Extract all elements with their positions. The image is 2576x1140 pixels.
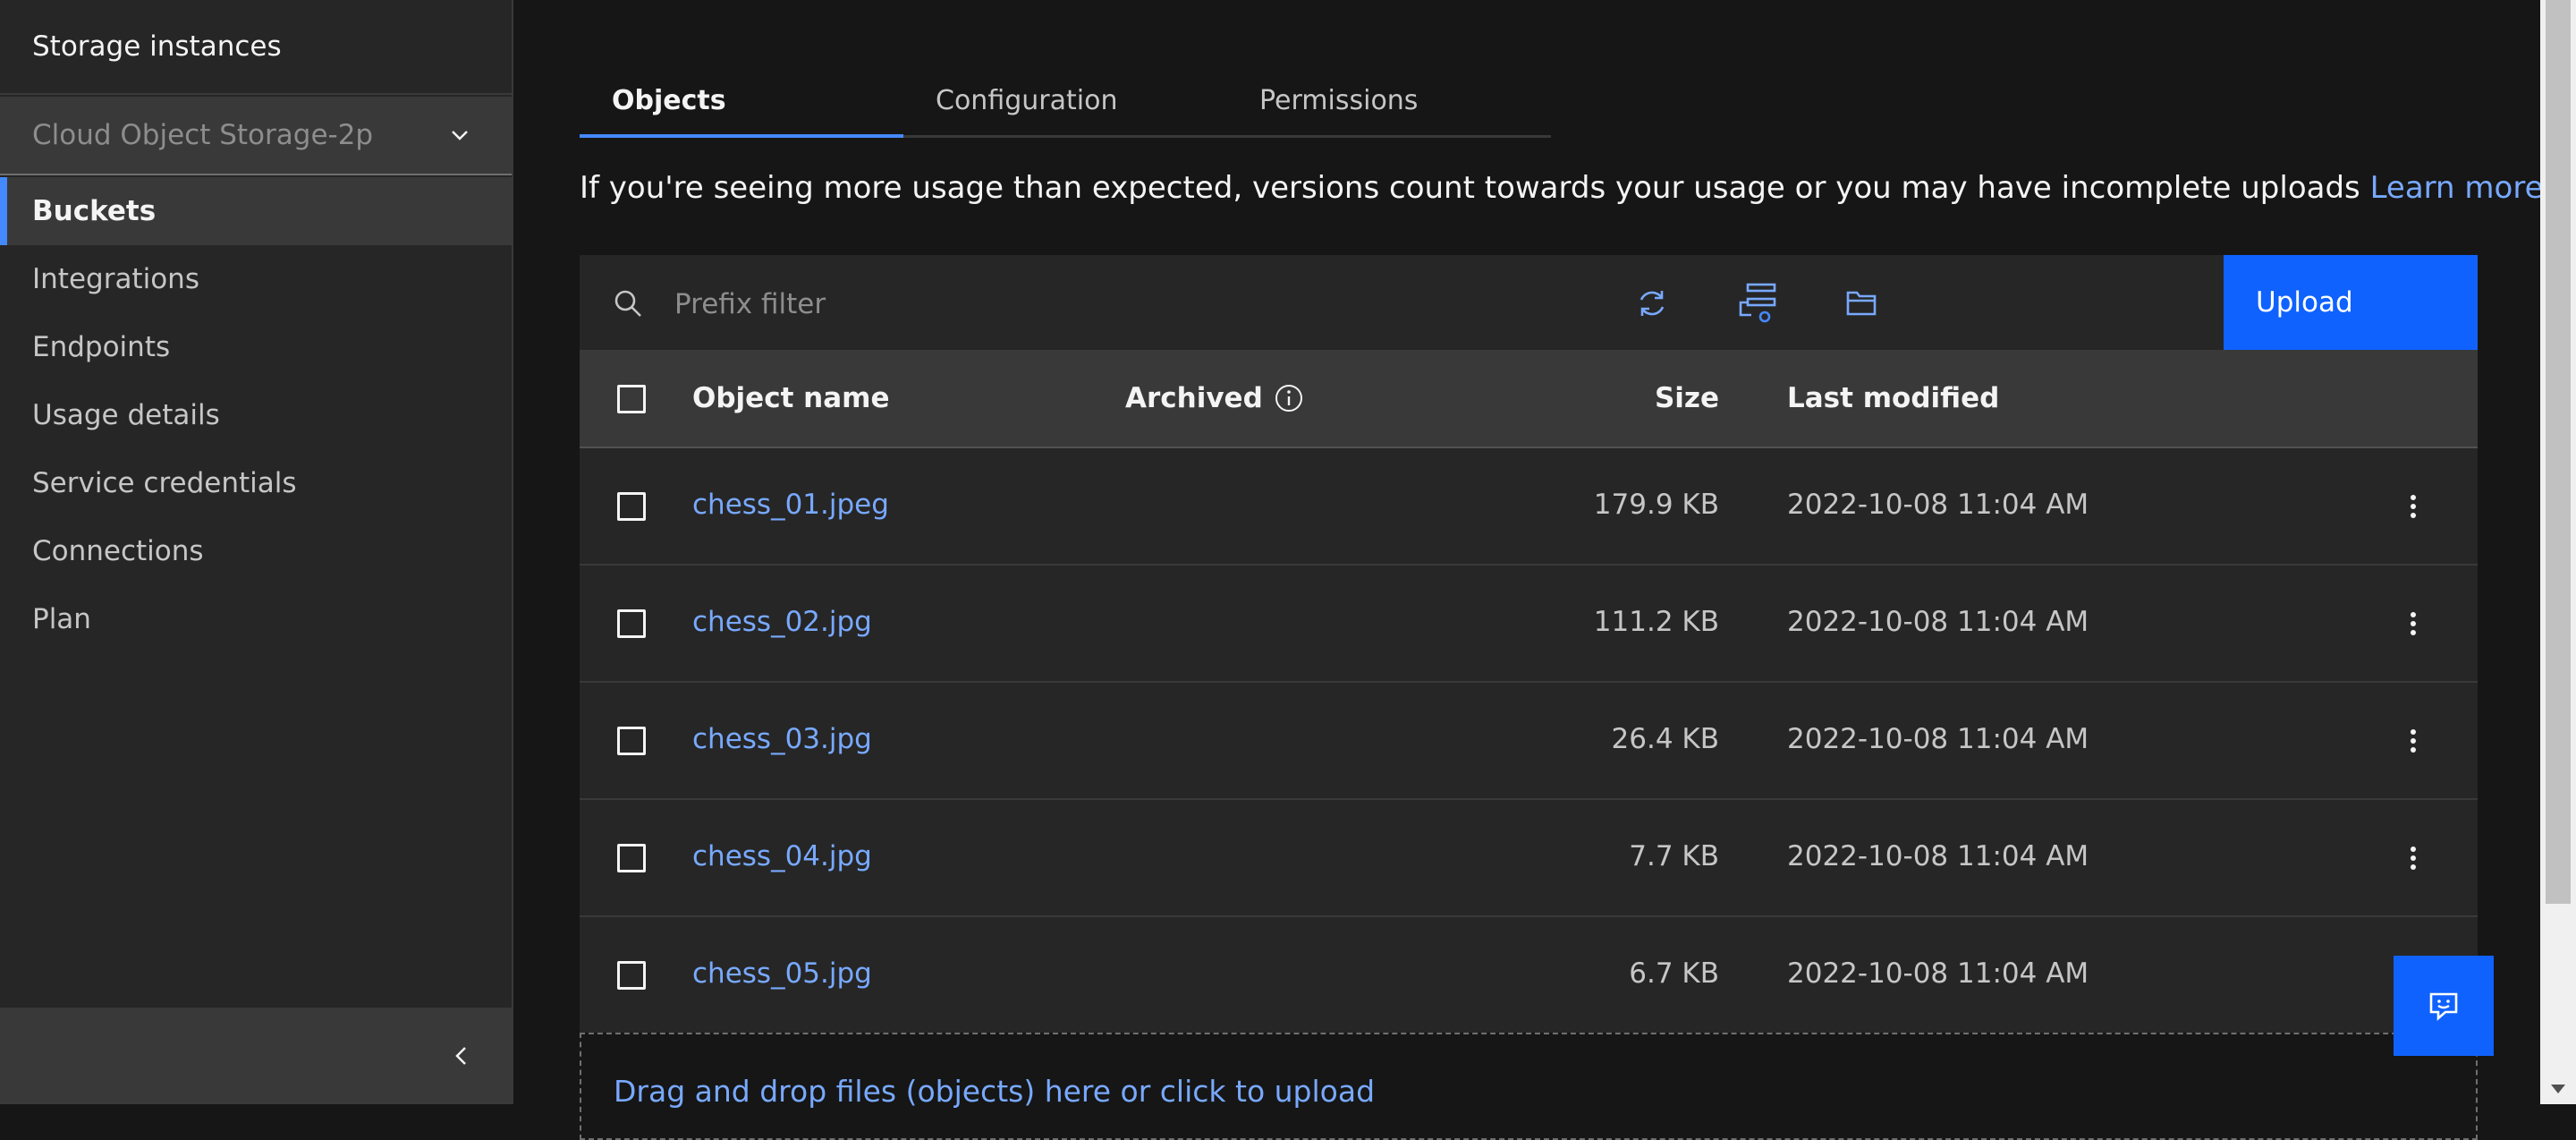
tab-bar: Objects Configuration Permissions [580, 66, 1551, 138]
view-versions-icon [1739, 283, 1776, 323]
overflow-menu-icon [2411, 495, 2416, 518]
storage-instances-link[interactable]: Storage instances [0, 0, 512, 95]
object-modified: 2022-10-08 11:04 AM [1787, 840, 2089, 872]
sidebar-item-buckets[interactable]: Buckets [0, 177, 512, 245]
sidebar-item-connections[interactable]: Connections [0, 517, 512, 585]
object-name-link[interactable]: chess_03.jpg [692, 723, 872, 755]
refresh-button[interactable] [1628, 279, 1676, 328]
tab-objects[interactable]: Objects [580, 66, 903, 138]
table-row: chess_03.jpg 26.4 KB 2022-10-08 11:04 AM [580, 683, 2478, 800]
row-checkbox[interactable] [617, 492, 646, 521]
table-row: chess_04.jpg 7.7 KB 2022-10-08 11:04 AM [580, 800, 2478, 917]
scroll-down-arrow-icon[interactable] [2547, 1078, 2569, 1100]
object-size: 6.7 KB [1629, 957, 1719, 990]
new-folder-icon [1846, 291, 1877, 316]
info-icon[interactable] [1274, 383, 1304, 413]
usage-notice: If you're seeing more usage than expecte… [580, 170, 2543, 206]
tab-permissions[interactable]: Permissions [1227, 66, 1551, 138]
object-modified: 2022-10-08 11:04 AM [1787, 606, 2089, 638]
object-size: 26.4 KB [1611, 723, 1719, 755]
tab-configuration[interactable]: Configuration [903, 66, 1227, 138]
overflow-menu-button[interactable] [2395, 606, 2431, 642]
sidebar: Storage instances Cloud Object Storage-2… [0, 0, 513, 1104]
feedback-button[interactable] [2394, 956, 2494, 1056]
learn-more-link[interactable]: Learn more [2370, 170, 2544, 206]
sidebar-item-service-credentials[interactable]: Service credentials [0, 449, 512, 517]
object-name-link[interactable]: chess_04.jpg [692, 840, 872, 872]
header-archived: Archived [1125, 382, 1304, 414]
refresh-icon [1640, 291, 1665, 316]
new-folder-button[interactable] [1837, 279, 1885, 328]
object-size: 7.7 KB [1629, 840, 1719, 872]
sidebar-item-usage-details[interactable]: Usage details [0, 381, 512, 449]
object-name-link[interactable]: chess_02.jpg [692, 606, 872, 638]
upload-dropzone[interactable]: Drag and drop files (objects) here or cl… [580, 1033, 2478, 1140]
table-header: Object name Archived Size Last modified [580, 352, 2478, 448]
table-row: chess_02.jpg 111.2 KB 2022-10-08 11:04 A… [580, 566, 2478, 683]
feedback-icon [2429, 992, 2458, 1021]
overflow-menu-button[interactable] [2395, 840, 2431, 876]
usage-notice-text: If you're seeing more usage than expecte… [580, 170, 2360, 206]
object-name-link[interactable]: chess_01.jpeg [692, 489, 889, 521]
chevron-left-icon [455, 1047, 466, 1065]
table-toolbar: Upload [580, 255, 2478, 352]
header-last-modified[interactable]: Last modified [1787, 382, 1999, 414]
prefix-filter-input[interactable] [673, 276, 1481, 332]
object-size: 111.2 KB [1593, 606, 1719, 638]
row-checkbox[interactable] [617, 609, 646, 638]
header-object-name[interactable]: Object name [692, 382, 890, 414]
table-row: chess_05.jpg 6.7 KB 2022-10-08 11:04 AM [580, 917, 2478, 1034]
objects-table: Object name Archived Size Last modified … [580, 352, 2478, 1034]
overflow-menu-icon [2411, 846, 2416, 870]
chevron-down-icon [452, 131, 468, 140]
view-versions-button[interactable] [1733, 279, 1782, 328]
sidebar-nav: Buckets Integrations Endpoints Usage det… [0, 177, 512, 653]
select-all-checkbox[interactable] [617, 385, 646, 413]
overflow-menu-button[interactable] [2395, 489, 2431, 524]
instance-selector[interactable]: Cloud Object Storage-2p [0, 97, 512, 175]
overflow-menu-icon [2411, 729, 2416, 753]
search-icon [614, 290, 641, 317]
object-modified: 2022-10-08 11:04 AM [1787, 957, 2089, 990]
upload-button[interactable]: Upload [2224, 255, 2478, 350]
object-size: 179.9 KB [1593, 489, 1719, 521]
overflow-menu-button[interactable] [2395, 723, 2431, 759]
object-modified: 2022-10-08 11:04 AM [1787, 489, 2089, 521]
table-row: chess_01.jpeg 179.9 KB 2022-10-08 11:04 … [580, 448, 2478, 566]
object-name-link[interactable]: chess_05.jpg [692, 957, 872, 990]
sidebar-item-endpoints[interactable]: Endpoints [0, 313, 512, 381]
scrollbar-thumb[interactable] [2546, 0, 2571, 904]
sidebar-item-plan[interactable]: Plan [0, 585, 512, 653]
sidebar-item-integrations[interactable]: Integrations [0, 245, 512, 313]
object-modified: 2022-10-08 11:04 AM [1787, 723, 2089, 755]
row-checkbox[interactable] [617, 727, 646, 755]
row-checkbox[interactable] [617, 844, 646, 872]
overflow-menu-icon [2411, 612, 2416, 635]
header-size[interactable]: Size [1655, 382, 1719, 414]
instance-selector-label: Cloud Object Storage-2p [32, 119, 374, 151]
header-archived-label: Archived [1125, 382, 1263, 414]
sidebar-collapse-button[interactable] [0, 1008, 512, 1104]
row-checkbox[interactable] [617, 961, 646, 990]
